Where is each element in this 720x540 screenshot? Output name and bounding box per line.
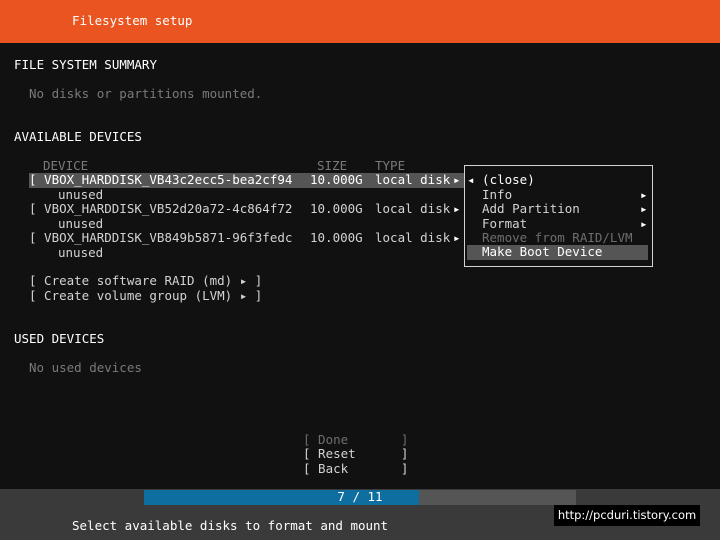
device-size: 10.000G <box>310 230 363 245</box>
submenu-arrow-icon: ▸ <box>640 216 648 231</box>
expand-arrow-icon[interactable]: ▸ <box>453 172 461 188</box>
menu-item-label[interactable]: ◂ (close) <box>467 172 535 188</box>
expand-arrow-icon[interactable]: ▸ <box>453 201 461 217</box>
progress-text: 7 / 11 <box>337 489 383 504</box>
menu-item-label[interactable]: Make Boot Device <box>482 244 602 260</box>
device-type: local disk <box>375 201 451 216</box>
create-lvm-button[interactable]: [ Create volume group (LVM) ▸ ] <box>29 288 262 304</box>
reset-button[interactable]: [ Reset ] <box>303 446 408 462</box>
submenu-arrow-icon: ▸ <box>640 201 648 216</box>
available-heading: AVAILABLE DEVICES <box>14 129 142 144</box>
used-heading: USED DEVICES <box>14 331 105 346</box>
menu-item-label[interactable]: Add Partition <box>482 201 580 217</box>
footer-help-text: Select available disks to format and mou… <box>72 518 389 533</box>
back-button[interactable]: [ Back ] <box>303 461 408 477</box>
device-type: local disk <box>375 230 451 245</box>
summary-heading: FILE SYSTEM SUMMARY <box>14 57 157 72</box>
used-empty-text: No used devices <box>29 360 142 375</box>
page-title: Filesystem setup <box>72 13 193 28</box>
summary-empty-text: No disks or partitions mounted. <box>29 86 263 101</box>
device-name[interactable]: [ VBOX_HARDDISK_VB52d20a72-4c864f72 <box>29 201 292 217</box>
device-name[interactable]: [ VBOX_HARDDISK_VB849b5871-96f3fedc <box>29 230 292 246</box>
expand-arrow-icon[interactable]: ▸ <box>453 230 461 246</box>
create-raid-button[interactable]: [ Create software RAID (md) ▸ ] <box>29 273 262 289</box>
header-bar: Filesystem setup <box>0 0 720 43</box>
device-size: 10.000G <box>310 172 363 187</box>
watermark-url: http://pcduri.tistory.com <box>554 505 700 526</box>
device-usage: unused <box>58 245 104 260</box>
device-name[interactable]: [ VBOX_HARDDISK_VB43c2ecc5-bea2cf94 <box>29 172 292 188</box>
device-size: 10.000G <box>310 201 363 216</box>
device-type: local disk <box>375 172 451 187</box>
